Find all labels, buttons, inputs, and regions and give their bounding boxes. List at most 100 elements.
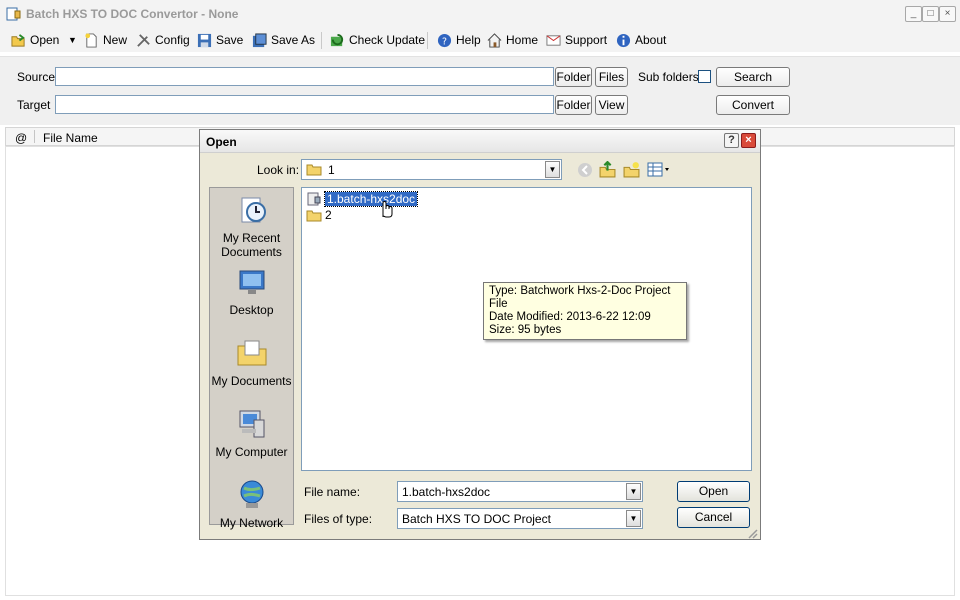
dialog-close-icon[interactable]: ×: [741, 133, 756, 148]
open-dropdown-arrow[interactable]: ▼: [68, 31, 77, 49]
maximize-button[interactable]: □: [922, 6, 939, 22]
file-type-combo[interactable]: Batch HXS TO DOC Project ▼: [397, 508, 643, 529]
target-input[interactable]: [55, 95, 554, 114]
window-title: Batch HXS TO DOC Convertor - None: [26, 7, 239, 21]
dialog-title: Open: [206, 135, 237, 149]
help-button[interactable]: ? Help: [437, 31, 481, 49]
help-icon: ?: [437, 33, 452, 47]
subfolders-label: Sub folders: [638, 70, 699, 84]
source-folder-button[interactable]: Folder: [555, 67, 592, 87]
about-button[interactable]: About: [616, 31, 666, 49]
open-label: Open: [30, 33, 60, 47]
tooltip-size: Size: 95 bytes: [489, 324, 562, 336]
recent-documents-icon: [241, 197, 266, 223]
places-my-computer[interactable]: My Computer: [210, 408, 293, 459]
up-folder-icon[interactable]: [599, 161, 616, 178]
save-button[interactable]: Save: [197, 31, 243, 49]
places-label-desktop: Desktop: [229, 303, 274, 317]
hand-cursor-icon: [382, 201, 393, 218]
main-toolbar: Open ▼ New Config Save Save As Check Upd…: [0, 28, 960, 52]
about-label: About: [635, 33, 667, 47]
file-item-folder[interactable]: 2: [306, 208, 332, 222]
places-label-my-network: My Network: [219, 516, 284, 530]
places-label-my-computer: My Computer: [215, 445, 288, 459]
title-bar: Batch HXS TO DOC Convertor - None _ □ ×: [0, 0, 960, 29]
subfolders-checkbox[interactable]: [698, 70, 711, 83]
project-file-icon: [307, 192, 321, 206]
new-folder-icon[interactable]: [623, 161, 640, 178]
help-label: Help: [456, 33, 481, 47]
support-button[interactable]: Support: [546, 31, 607, 49]
places-label-recent: My Recent Documents: [221, 231, 282, 259]
check-update-button[interactable]: Check Update: [330, 31, 425, 49]
column-at[interactable]: @: [15, 131, 27, 145]
view-button[interactable]: View: [595, 95, 628, 115]
file-tooltip: Type: Batchwork Hxs-2-Doc Project File D…: [483, 282, 687, 340]
save-disk-icon: [197, 33, 212, 47]
look-in-combo[interactable]: 1 ▼: [301, 159, 562, 180]
file-name-value[interactable]: 1.batch-hxs2doc: [402, 485, 490, 499]
save-as-button[interactable]: Save As: [252, 31, 315, 49]
file-browser-list[interactable]: 1.batch-hxs2doc 2 Type: Batchwork Hxs-2-…: [301, 187, 752, 471]
target-label: Target: [17, 98, 51, 112]
dialog-cancel-button[interactable]: Cancel: [677, 507, 750, 528]
chevron-down-icon[interactable]: ▼: [626, 483, 641, 500]
folder-icon: [306, 210, 322, 221]
minimize-button[interactable]: _: [905, 6, 922, 22]
open-folder-icon: [11, 33, 25, 47]
close-button[interactable]: ×: [939, 6, 956, 22]
convert-button[interactable]: Convert: [716, 95, 790, 115]
tooltip-date-modified: Date Modified: 2013-6-22 12:09: [489, 311, 651, 323]
toolbar-separator: [427, 32, 428, 49]
my-documents-icon: [237, 340, 266, 366]
support-label: Support: [565, 33, 608, 47]
my-computer-icon: [239, 410, 264, 438]
save-as-label: Save As: [271, 33, 316, 47]
back-icon[interactable]: [577, 162, 593, 178]
places-my-documents[interactable]: My Documents: [210, 337, 293, 388]
column-file-name[interactable]: File Name: [43, 131, 98, 145]
source-input[interactable]: [55, 67, 554, 86]
file-name-label: File name:: [304, 485, 361, 499]
places-desktop[interactable]: Desktop: [210, 266, 293, 317]
resize-grip-icon[interactable]: [746, 527, 758, 539]
search-button[interactable]: Search: [716, 67, 790, 87]
file-type-value: Batch HXS TO DOC Project: [402, 512, 551, 526]
dialog-help-icon[interactable]: ?: [724, 133, 739, 148]
save-label: Save: [216, 33, 244, 47]
desktop-icon: [239, 270, 264, 294]
file-name-combo[interactable]: 1.batch-hxs2doc ▼: [397, 481, 643, 502]
chevron-down-icon[interactable]: ▼: [545, 161, 560, 178]
my-network-icon: [240, 480, 263, 508]
places-my-network[interactable]: My Network: [210, 479, 293, 530]
file-item-folder-name: 2: [325, 208, 332, 222]
look-in-value: 1: [328, 163, 335, 177]
about-info-icon: [616, 33, 631, 47]
svg-text:?: ?: [442, 36, 447, 47]
source-target-panel: Source Folder Files Sub folders Search T…: [0, 56, 960, 125]
column-divider[interactable]: [34, 130, 35, 143]
dialog-title-bar: Open ? ×: [200, 130, 760, 153]
dialog-open-button[interactable]: Open: [677, 481, 750, 502]
update-icon: [330, 33, 344, 46]
config-label: Config: [155, 33, 190, 47]
places-recent-documents[interactable]: My Recent Documents: [210, 194, 293, 259]
config-tools-icon: [137, 33, 150, 47]
config-button[interactable]: Config: [136, 31, 190, 49]
file-item-project-name: 1.batch-hxs2doc: [323, 191, 419, 207]
view-menu-icon[interactable]: [647, 162, 671, 177]
home-button[interactable]: Home: [487, 31, 538, 49]
file-type-label: Files of type:: [304, 512, 373, 526]
home-label: Home: [506, 33, 539, 47]
folder-icon: [306, 164, 322, 176]
check-update-label: Check Update: [349, 33, 426, 47]
source-files-button[interactable]: Files: [595, 67, 628, 87]
new-button[interactable]: New: [84, 31, 127, 49]
places-label-my-documents: My Documents: [211, 374, 292, 388]
toolbar-separator: [321, 32, 322, 49]
target-folder-button[interactable]: Folder: [555, 95, 592, 115]
new-label: New: [103, 33, 128, 47]
chevron-down-icon[interactable]: ▼: [626, 510, 641, 527]
file-item-project[interactable]: 1.batch-hxs2doc: [306, 191, 419, 207]
open-button[interactable]: Open: [11, 31, 59, 49]
